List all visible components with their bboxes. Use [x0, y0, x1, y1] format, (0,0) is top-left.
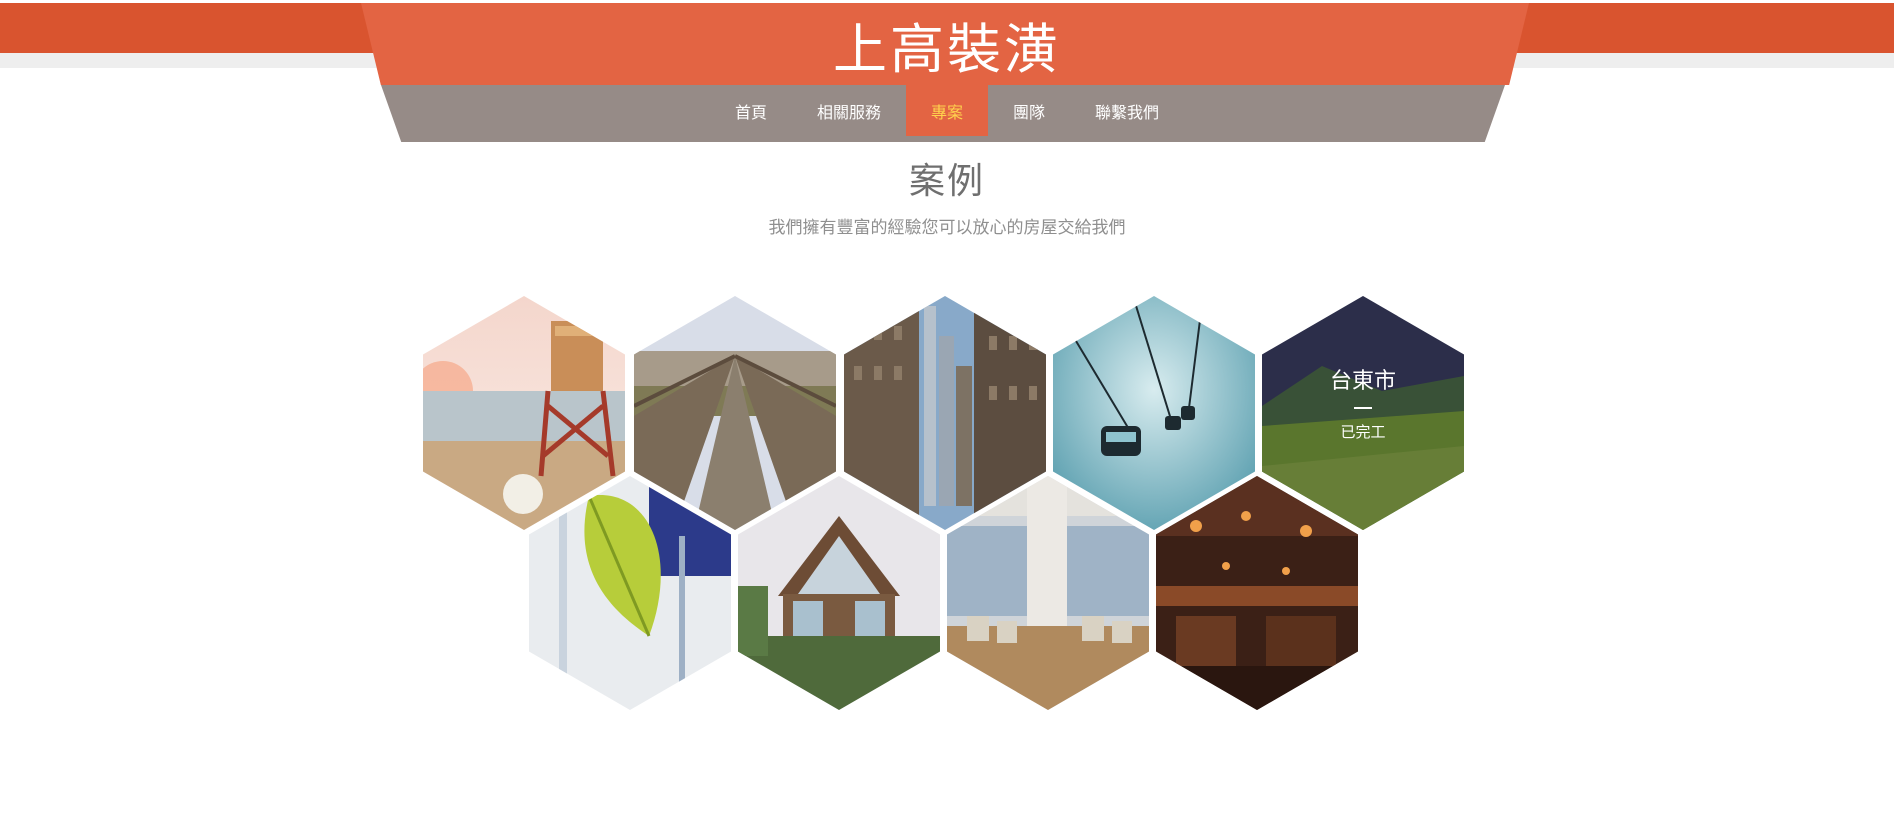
project-overlay: 台東市 已完工: [1262, 296, 1464, 530]
overlay-divider: [1354, 406, 1372, 409]
beach-lifeguard-tower-image: [423, 296, 625, 530]
wooden-boardwalk-image: [634, 296, 836, 530]
project-tile-beach[interactable]: [423, 296, 625, 530]
project-tile-boardwalk[interactable]: [634, 296, 836, 530]
main-nav: 首頁 相關服務 專案 團隊 聯繫我們: [0, 85, 1894, 142]
project-tile-leaf[interactable]: [529, 476, 731, 710]
green-leaf-image: [529, 476, 731, 710]
project-location: 台東市: [1329, 368, 1396, 394]
nav-item-contact[interactable]: 聯繫我們: [1070, 85, 1184, 136]
nav-item-projects[interactable]: 專案: [905, 85, 988, 136]
project-tile-house[interactable]: [738, 476, 940, 710]
project-tile-taitung[interactable]: 台東市 已完工: [1262, 296, 1464, 530]
nav-item-services[interactable]: 相關服務: [792, 85, 906, 136]
project-status: 已完工: [1340, 422, 1386, 441]
section-title: 案例: [908, 161, 985, 202]
section-subtitle: 我們擁有豐富的經驗您可以放心的房屋交給我們: [768, 218, 1126, 238]
site-title[interactable]: 上高裝潢: [0, 3, 1894, 85]
wooden-house-image: [738, 476, 940, 710]
nav-item-home[interactable]: 首頁: [710, 85, 792, 136]
nav-item-team[interactable]: 團隊: [988, 85, 1070, 136]
